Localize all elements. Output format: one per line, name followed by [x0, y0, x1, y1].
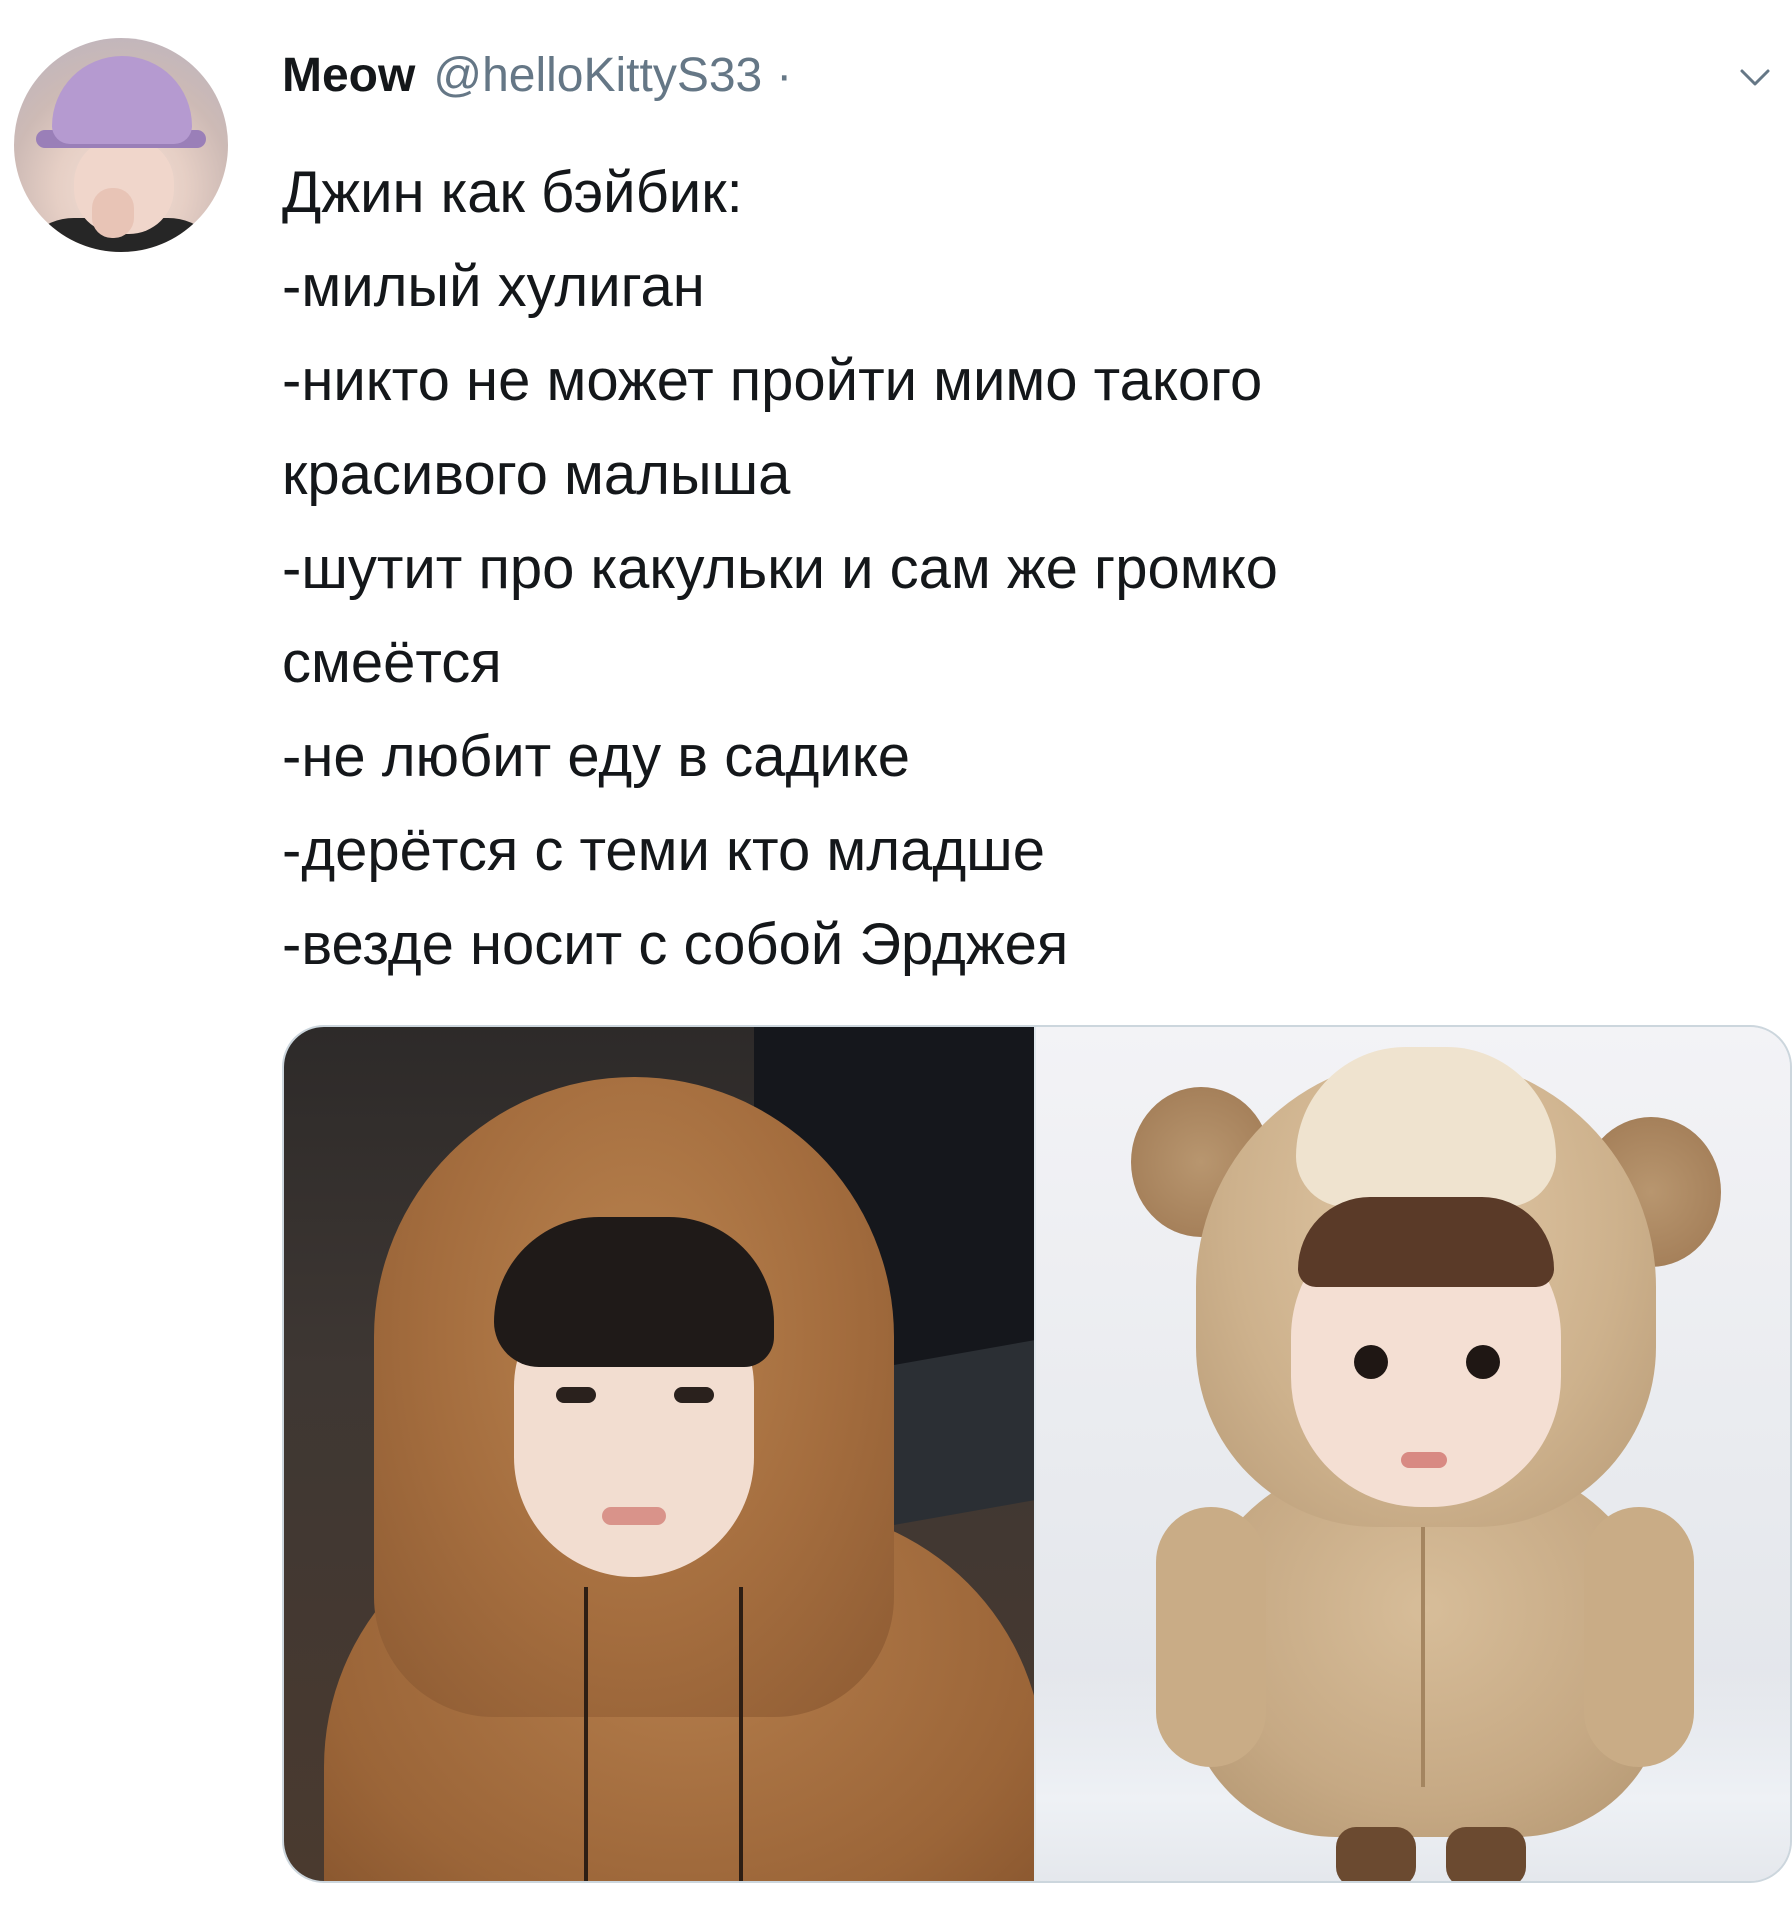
tweet-text-line: -милый хулиган: [282, 254, 705, 319]
tweet-text-line: Джин как бэйбик:: [282, 160, 743, 225]
chevron-down-icon[interactable]: [1738, 60, 1772, 94]
tweet-text-line: -дерётся с теми кто младше: [282, 818, 1045, 883]
photo-mouth: [1401, 1452, 1447, 1468]
photo-boot: [1336, 1827, 1416, 1881]
header-separator: ·: [776, 49, 793, 102]
photo-eye: [1466, 1345, 1500, 1379]
media-photo-man-in-bear-hoodie[interactable]: [284, 1027, 1034, 1881]
photo-eye: [1354, 1345, 1388, 1379]
avatar-hand: [92, 188, 134, 238]
tweet-text-line: смеётся: [282, 630, 502, 695]
photo-hair: [494, 1217, 774, 1367]
tweet-text-line: красивого малыша: [282, 442, 791, 507]
photo-hoodie-string: [739, 1587, 743, 1881]
tweet-media-grid: [282, 1025, 1792, 1883]
tweet-text-line: -никто не может пройти мимо такого: [282, 348, 1263, 413]
photo-arm: [1156, 1507, 1266, 1767]
author-name[interactable]: Meow: [282, 48, 415, 103]
photo-arm: [1584, 1507, 1694, 1767]
photo-boot: [1446, 1827, 1526, 1881]
author-handle[interactable]: @helloKittyS33: [433, 48, 762, 103]
photo-hoodie-string: [584, 1587, 588, 1881]
photo-mouth: [602, 1507, 666, 1525]
photo-baby-hair: [1298, 1197, 1554, 1287]
photo-bear-head: [1296, 1047, 1556, 1207]
media-photo-baby-in-bear-suit[interactable]: [1036, 1027, 1790, 1881]
tweet-text-line: -не любит еду в садике: [282, 724, 911, 789]
photo-eye: [556, 1387, 596, 1403]
photo-eye: [674, 1387, 714, 1403]
tweet-text-line: -везде носит с собой Эрджея: [282, 912, 1069, 977]
avatar[interactable]: [14, 38, 228, 252]
tweet-text-line: -шутит про какульки и сам же громко: [282, 536, 1278, 601]
tweet-header: Meow @helloKittyS33 ·: [282, 48, 792, 118]
tweet[interactable]: Meow @helloKittyS33 · Джин как бэйбик: -…: [0, 0, 1792, 1920]
avatar-cap: [52, 56, 192, 144]
tweet-text: Джин как бэйбик: -милый хулиган -никто н…: [282, 146, 1682, 992]
